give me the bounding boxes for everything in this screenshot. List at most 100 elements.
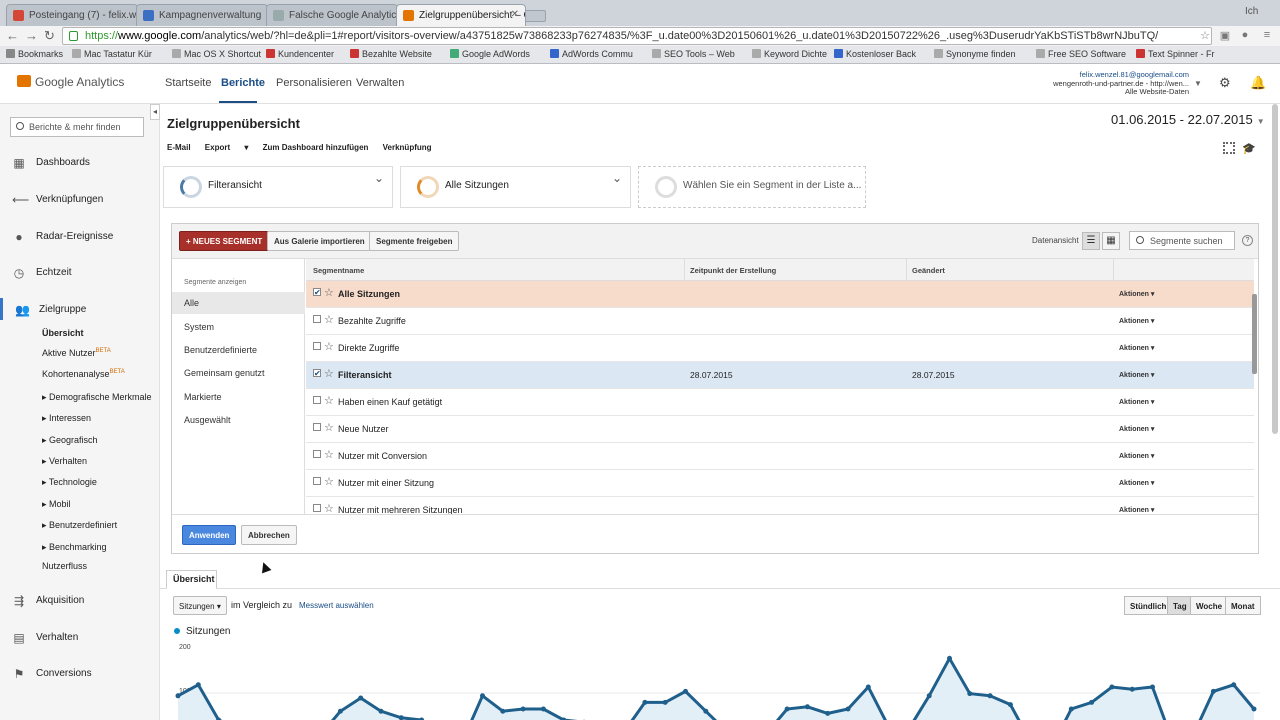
granularity-stuendlich[interactable]: Stündlich <box>1124 596 1173 615</box>
sidebar-sub-demografie[interactable]: ▸ Demografische Merkmale <box>42 392 152 403</box>
granularity-woche[interactable]: Woche <box>1190 596 1229 615</box>
browser-tab[interactable]: Falsche Google Analytic <box>266 4 398 26</box>
share-segments-button[interactable]: Segmente freigeben <box>369 231 460 251</box>
bookmark[interactable]: Free SEO Software <box>1036 49 1126 59</box>
nav-startseite[interactable]: Startseite <box>165 77 211 89</box>
checkbox[interactable] <box>313 315 321 323</box>
bookmark[interactable]: Mac Tastatur Kür <box>72 49 152 59</box>
table-row[interactable]: ☆ Nutzer mit einer Sitzung Aktionen ▾ <box>306 470 1254 497</box>
extension-icon[interactable]: ▣ <box>1218 29 1232 43</box>
bookmark[interactable]: Bookmarks <box>6 49 63 59</box>
granularity-monat[interactable]: Monat <box>1225 596 1261 615</box>
metric-select[interactable]: Sitzungen ▾ <box>173 596 227 615</box>
intelligence-icon[interactable]: 🎓 <box>1242 142 1256 155</box>
sidebar-sub-geografisch[interactable]: ▸ Geografisch <box>42 435 98 446</box>
profile-label[interactable]: Ich <box>1245 6 1258 17</box>
export-action[interactable]: Export ▾ <box>205 143 249 152</box>
data-point[interactable] <box>987 693 993 699</box>
actions-menu[interactable]: Aktionen ▾ <box>1119 425 1154 433</box>
star-icon[interactable]: ☆ <box>324 475 334 488</box>
sidebar-item-radar[interactable]: ● Radar-Ereignisse <box>0 225 159 247</box>
help-icon[interactable]: ? <box>1242 235 1253 246</box>
sidebar-item-conversions[interactable]: ⚑ Conversions <box>0 662 159 684</box>
checkbox[interactable] <box>313 423 321 431</box>
data-point[interactable] <box>1068 706 1074 712</box>
table-row[interactable]: ☆ Neue Nutzer Aktionen ▾ <box>306 416 1254 443</box>
checkbox[interactable] <box>313 450 321 458</box>
sidebar-sub-benchmarking[interactable]: ▸ Benchmarking <box>42 542 107 553</box>
segment-card-filteransicht[interactable]: Filteransicht ⌄ <box>163 166 393 208</box>
browser-tab[interactable]: Posteingang (7) - felix.w <box>6 4 138 26</box>
star-icon[interactable]: ☆ <box>324 286 334 299</box>
apply-button[interactable]: Anwenden <box>182 525 237 545</box>
actions-menu[interactable]: Aktionen ▾ <box>1119 371 1154 379</box>
bookmark[interactable]: SEO Tools – Web <box>652 49 735 59</box>
menu-icon[interactable]: ≡ <box>1260 29 1274 43</box>
sidebar-sub-interessen[interactable]: ▸ Interessen <box>42 413 91 424</box>
star-icon[interactable]: ☆ <box>324 367 334 380</box>
column-segmentname[interactable]: Segmentname <box>313 266 364 275</box>
sidebar-sub-benutzerdefiniert[interactable]: ▸ Benutzerdefiniert <box>42 520 117 531</box>
filter-system[interactable]: System <box>172 316 305 338</box>
shortcut-action[interactable]: Verknüpfung <box>383 143 432 152</box>
import-gallery-button[interactable]: Aus Galerie importieren <box>267 231 372 251</box>
data-point[interactable] <box>358 695 364 701</box>
page-scrollbar[interactable] <box>1272 104 1278 434</box>
data-point[interactable] <box>1109 684 1115 690</box>
bookmark[interactable]: Keyword Dichte <box>752 49 827 59</box>
report-search-input[interactable]: Berichte & mehr finden <box>10 117 144 137</box>
bookmark[interactable]: AdWords Commu <box>550 49 633 59</box>
sidebar-sub-uebersicht[interactable]: Übersicht <box>42 328 84 338</box>
data-point[interactable] <box>1150 684 1155 690</box>
data-point[interactable] <box>1089 699 1095 705</box>
tab-uebersicht[interactable]: Übersicht <box>166 570 217 589</box>
email-action[interactable]: E-Mail <box>167 143 191 152</box>
forward-icon[interactable]: → <box>25 28 38 43</box>
analytics-logo[interactable]: Google Analytics <box>17 75 124 89</box>
gear-icon[interactable]: ⚙ <box>1219 75 1231 91</box>
nav-verwalten[interactable]: Verwalten <box>356 77 404 89</box>
bookmark[interactable]: Synonyme finden <box>934 49 1016 59</box>
star-icon[interactable]: ☆ <box>324 394 334 407</box>
segment-card-empty[interactable]: Wählen Sie ein Segment in der Liste a... <box>638 166 866 208</box>
granularity-tag[interactable]: Tag <box>1167 596 1193 615</box>
data-point[interactable] <box>967 691 973 697</box>
segment-card-alle-sitzungen[interactable]: Alle Sitzungen ⌄ <box>400 166 631 208</box>
data-point[interactable] <box>1231 682 1237 688</box>
table-row[interactable]: ☆ Haben einen Kauf getätigt Aktionen ▾ <box>306 389 1254 416</box>
data-point[interactable] <box>865 684 871 690</box>
browser-tab[interactable]: Kampagnenverwaltung <box>136 4 268 26</box>
grid-view-icon[interactable]: ▦ <box>1102 232 1120 250</box>
data-point[interactable] <box>662 699 668 705</box>
actions-menu[interactable]: Aktionen ▾ <box>1119 506 1154 514</box>
data-point[interactable] <box>337 708 343 714</box>
checkbox[interactable]: ✔ <box>313 288 321 297</box>
column-modified[interactable]: Geändert <box>912 266 945 275</box>
data-point[interactable] <box>825 710 831 716</box>
actions-menu[interactable]: Aktionen ▾ <box>1119 344 1154 352</box>
actions-menu[interactable]: Aktionen ▾ <box>1119 317 1154 325</box>
address-bar[interactable]: https://www.google.com/analytics/web/?hl… <box>62 27 1212 45</box>
sidebar-item-echtzeit[interactable]: ◷ Echtzeit <box>0 261 159 283</box>
sidebar-item-verhalten[interactable]: ▤ Verhalten <box>0 626 159 648</box>
sidebar-sub-kohortenanalyse[interactable]: KohortenanalyseBETA <box>42 369 125 379</box>
close-tab-icon[interactable]: ✕ <box>511 9 519 20</box>
bookmark[interactable]: Kundencenter <box>266 49 334 59</box>
segment-search-input[interactable]: Segmente suchen <box>1129 231 1235 250</box>
sidebar-sub-mobil[interactable]: ▸ Mobil <box>42 499 71 510</box>
sidebar-item-zielgruppe[interactable]: 👥 Zielgruppe <box>0 298 159 320</box>
table-row[interactable]: ✔ ☆ Alle Sitzungen Aktionen ▾ <box>306 281 1254 308</box>
actions-menu[interactable]: Aktionen ▾ <box>1119 398 1154 406</box>
customize-icon[interactable] <box>1223 142 1235 154</box>
data-point[interactable] <box>845 706 851 712</box>
bookmark[interactable]: Kostenloser Back <box>834 49 916 59</box>
back-icon[interactable]: ← <box>6 28 19 43</box>
data-point[interactable] <box>1210 688 1216 694</box>
actions-menu[interactable]: Aktionen ▾ <box>1119 479 1154 487</box>
data-point[interactable] <box>804 704 810 710</box>
checkbox[interactable] <box>313 477 321 485</box>
data-point[interactable] <box>175 693 181 699</box>
checkbox[interactable]: ✔ <box>313 369 321 378</box>
select-metric-link[interactable]: Messwert auswählen <box>299 601 374 610</box>
bell-icon[interactable]: 🔔 <box>1250 75 1266 91</box>
